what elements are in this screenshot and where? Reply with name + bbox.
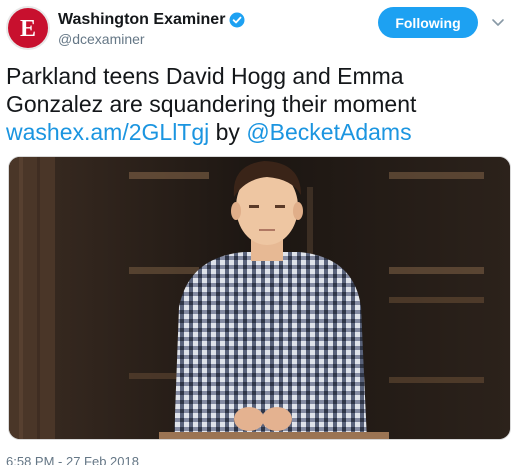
tweet-text-line-1: Parkland teens David Hogg and Emma <box>6 63 404 89</box>
account-handle[interactable]: @dcexaminer <box>58 31 145 47</box>
tweet-text-line-3: washex.am/2GLlTgj by @BecketAdams <box>6 118 517 146</box>
tweet-text-line-2: Gonzalez are squandering their moment <box>6 91 417 117</box>
avatar[interactable]: E <box>6 6 50 50</box>
display-name[interactable]: Washington Examiner <box>58 11 225 29</box>
following-button[interactable]: Following <box>378 7 478 38</box>
author-mention-link[interactable]: @BecketAdams <box>246 119 411 145</box>
article-link[interactable]: washex.am/2GLlTgj <box>6 119 209 145</box>
washington-examiner-logo-icon: E <box>20 16 36 42</box>
chevron-down-icon[interactable] <box>490 14 506 30</box>
verified-badge-icon <box>229 12 245 28</box>
svg-text:E: E <box>20 16 36 42</box>
photo-image <box>9 157 510 439</box>
tweet-photo[interactable] <box>8 156 511 440</box>
by-text: by <box>209 119 247 145</box>
tweet-text: Parkland teens David Hogg and Emma Gonza… <box>6 62 517 146</box>
tweet-timestamp[interactable]: 6:58 PM - 27 Feb 2018 <box>6 454 139 465</box>
name-row: Washington Examiner <box>58 11 245 29</box>
